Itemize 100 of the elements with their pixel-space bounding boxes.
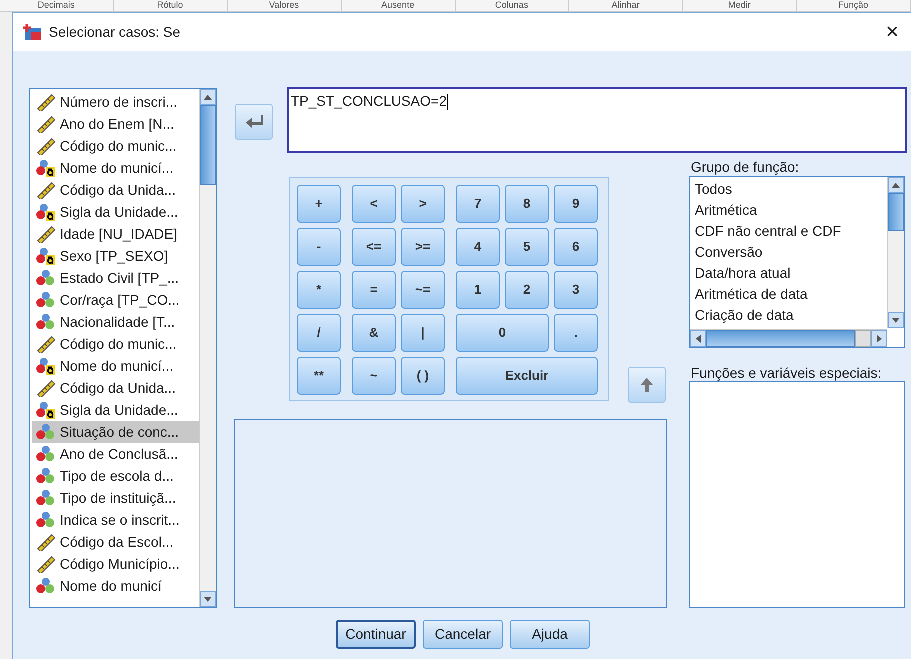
- keypad-key[interactable]: 6: [554, 228, 598, 266]
- variable-item[interactable]: Código da Escol...: [32, 531, 199, 553]
- keypad-key[interactable]: <=: [352, 228, 396, 266]
- variable-item[interactable]: Sigla da Unidade...: [32, 399, 199, 421]
- column-header: Valores: [269, 0, 300, 10]
- keypad-key[interactable]: 4: [456, 228, 500, 266]
- circles-icon: [36, 467, 56, 485]
- shapes-letter-icon: [36, 203, 56, 221]
- variable-item[interactable]: Sigla da Unidade...: [32, 201, 199, 223]
- scrollbar-thumb[interactable]: [888, 193, 904, 231]
- keypad-key[interactable]: **: [297, 357, 341, 395]
- keypad-key[interactable]: 8: [505, 185, 549, 223]
- variable-item[interactable]: Nome do municí: [32, 575, 199, 597]
- arrow-icon: [245, 114, 263, 130]
- keypad-key[interactable]: 1: [456, 271, 500, 309]
- keypad-key[interactable]: 3: [554, 271, 598, 309]
- keypad-key[interactable]: +: [297, 185, 341, 223]
- variable-item[interactable]: Estado Civil [TP_...: [32, 267, 199, 289]
- dialog-button[interactable]: Continuar: [336, 620, 416, 649]
- function-group-item[interactable]: Aritmética de data: [695, 284, 886, 305]
- keypad-key[interactable]: ~: [352, 357, 396, 395]
- variable-item[interactable]: Situação de conc...: [32, 421, 199, 443]
- ruler-icon: [36, 225, 56, 243]
- keypad-key[interactable]: <: [352, 185, 396, 223]
- down-arrow-icon[interactable]: [892, 318, 900, 322]
- keypad-key[interactable]: 2: [505, 271, 549, 309]
- up-arrow-icon: [641, 378, 653, 392]
- shapes-letter-icon: [36, 401, 56, 419]
- keypad-key[interactable]: 7: [456, 185, 500, 223]
- field-label: Funções e variáveis especiais:: [691, 364, 882, 383]
- move-up-button[interactable]: [628, 367, 666, 403]
- keypad-key[interactable]: *: [297, 271, 341, 309]
- ruler-icon: [36, 555, 56, 573]
- function-group-item[interactable]: Data/hora atual: [695, 263, 886, 284]
- keypad-key[interactable]: =: [352, 271, 396, 309]
- shapes-letter-icon: [36, 159, 56, 177]
- shapes-letter-icon: [36, 357, 56, 375]
- ruler-icon: [36, 533, 56, 551]
- scrollbar[interactable]: [887, 177, 904, 328]
- variable-item[interactable]: Código do munic...: [32, 135, 199, 157]
- scrollbar-thumb[interactable]: [855, 330, 871, 347]
- circles-icon: [36, 313, 56, 331]
- function-group-item[interactable]: Todos: [695, 179, 886, 200]
- function-group-item[interactable]: Aritmética: [695, 200, 886, 221]
- keypad-key[interactable]: /: [297, 314, 341, 352]
- keypad-key[interactable]: >: [401, 185, 445, 223]
- keypad-key[interactable]: -: [297, 228, 341, 266]
- variable-item[interactable]: Ano de Conclusã...: [32, 443, 199, 465]
- variable-item[interactable]: Código do munic...: [32, 333, 199, 355]
- keypad-key[interactable]: >=: [401, 228, 445, 266]
- ruler-icon: [36, 181, 56, 199]
- app-icon: [23, 23, 43, 41]
- close-button[interactable]: ×: [882, 21, 903, 43]
- column-header: Alinhar: [612, 0, 640, 10]
- variable-item[interactable]: Código Município...: [32, 553, 199, 575]
- ruler-icon: [36, 93, 56, 111]
- keypad-key[interactable]: &: [352, 314, 396, 352]
- circles-icon: [36, 423, 56, 441]
- variable-item[interactable]: Código da Unida...: [32, 179, 199, 201]
- keypad-key[interactable]: |: [401, 314, 445, 352]
- function-group-item[interactable]: Criação de data: [695, 305, 886, 326]
- scrollbar[interactable]: [199, 89, 216, 607]
- keypad-key[interactable]: 0: [456, 314, 549, 352]
- left-arrow-icon[interactable]: [696, 334, 700, 342]
- variable-item[interactable]: Cor/raça [TP_CO...: [32, 289, 199, 311]
- variable-item[interactable]: Nome do municí...: [32, 355, 199, 377]
- keypad-key[interactable]: ~=: [401, 271, 445, 309]
- variable-item[interactable]: Código da Unida...: [32, 377, 199, 399]
- keypad-key[interactable]: Excluir: [456, 357, 598, 395]
- variable-item[interactable]: Ano do Enem [N...: [32, 113, 199, 135]
- keypad-key[interactable]: 5: [505, 228, 549, 266]
- keypad-key[interactable]: 9: [554, 185, 598, 223]
- dialog-button[interactable]: Ajuda: [510, 620, 590, 649]
- variable-item[interactable]: Nacionalidade [T...: [32, 311, 199, 333]
- right-arrow-icon[interactable]: [876, 334, 882, 342]
- variable-item[interactable]: Sexo [TP_SEXO]: [32, 245, 199, 267]
- variable-item[interactable]: Indica se o inscrit...: [32, 509, 199, 531]
- variable-item[interactable]: Tipo de escola d...: [32, 465, 199, 487]
- scrollbar-thumb[interactable]: [200, 105, 216, 185]
- column-header: Colunas: [495, 0, 528, 10]
- variable-item[interactable]: Idade [NU_IDADE]: [32, 223, 199, 245]
- function-group-item[interactable]: Conversão: [695, 242, 886, 263]
- variable-item[interactable]: Nome do municí...: [32, 157, 199, 179]
- scrollbar[interactable]: [690, 329, 887, 347]
- variable-item[interactable]: Tipo de instituiçã...: [32, 487, 199, 509]
- up-arrow-icon[interactable]: [892, 182, 900, 188]
- ruler-icon: [36, 137, 56, 155]
- circles-icon: [36, 511, 56, 529]
- up-arrow-icon[interactable]: [204, 94, 212, 100]
- move-right-button[interactable]: [235, 104, 273, 140]
- column-header: Medir: [728, 0, 751, 10]
- circles-icon: [36, 269, 56, 287]
- column-header: Rótulo: [157, 0, 184, 10]
- function-group-item[interactable]: CDF não central e CDF: [695, 221, 886, 242]
- variable-item[interactable]: Número de inscri...: [32, 91, 199, 113]
- keypad-key[interactable]: ( ): [401, 357, 445, 395]
- dialog-button[interactable]: Cancelar: [423, 620, 503, 649]
- keypad-key[interactable]: .: [554, 314, 598, 352]
- down-arrow-icon[interactable]: [204, 596, 212, 602]
- expression-field[interactable]: TP_ST_CONCLUSAO=2: [287, 87, 907, 153]
